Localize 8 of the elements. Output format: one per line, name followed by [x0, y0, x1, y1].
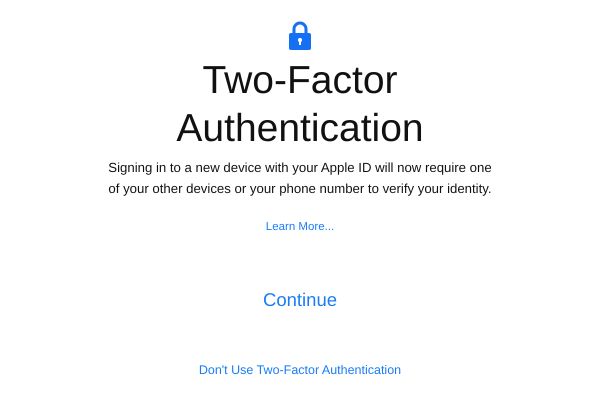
continue-button[interactable]: Continue [262, 289, 338, 311]
page-title: Two-Factor [202, 58, 398, 103]
decline-link[interactable]: Don't Use Two-Factor Authentication [198, 363, 402, 377]
description-text: Signing in to a new device with your Apple ID will now require one [108, 159, 492, 177]
learn-more-link[interactable]: Learn More... [266, 221, 334, 233]
lock-icon [288, 21, 312, 51]
page-title: Authentication [176, 106, 424, 151]
description-text: of your other devices or your phone number to verify your identity. [108, 180, 492, 198]
